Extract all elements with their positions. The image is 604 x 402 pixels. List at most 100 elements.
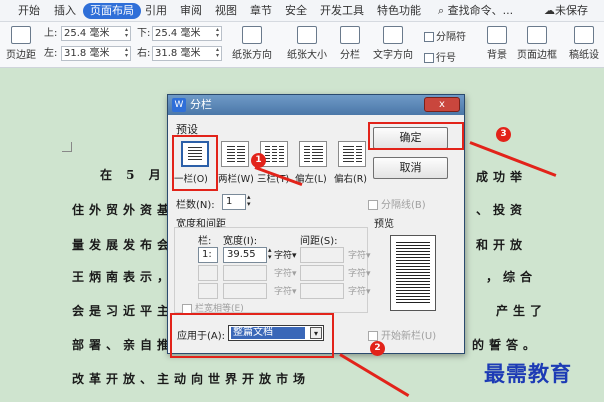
dialog-title: 分栏 (190, 98, 212, 111)
tab-insert[interactable]: 插入 (50, 3, 80, 19)
command-search[interactable]: ⌕ 查找命令、... (434, 3, 517, 19)
width-unit-dropdown-3: 字符▾ (274, 284, 297, 297)
num-columns-input[interactable]: 1 (222, 194, 246, 210)
preset-two-columns[interactable] (221, 141, 249, 167)
left-margin-value: 31.8 毫米 (64, 48, 110, 59)
cloud-icon: ☁ (544, 4, 555, 17)
width-unit-text-3: 字符 (274, 287, 293, 297)
text-direction-icon (383, 26, 403, 44)
start-new-column-label: 开始新栏(U) (381, 331, 437, 342)
separator-button[interactable]: 分隔符 (424, 28, 466, 43)
margins-label: 页边距 (6, 50, 36, 61)
checkbox-icon (182, 303, 192, 314)
spacing-input-1 (300, 247, 344, 263)
chevron-down-icon: ▾ (292, 251, 297, 261)
preset-left[interactable] (299, 141, 327, 167)
chevron-down-icon: ▾ (366, 251, 371, 261)
width-input-3 (223, 283, 267, 299)
two-columns-icon (227, 146, 235, 162)
tab-features[interactable]: 特色功能 (373, 3, 425, 19)
tab-review[interactable]: 审阅 (176, 3, 206, 19)
text-direction-button[interactable]: 文字方向 (370, 26, 416, 61)
width-unit-dropdown-2: 字符▾ (274, 266, 297, 279)
bottom-margin-label: 下: (137, 28, 151, 39)
left-margin-input[interactable]: 31.8 毫米 ▴ ▾ (61, 46, 131, 61)
spinner-icon[interactable]: ▴ ▾ (214, 27, 221, 40)
background-label: 背景 (487, 50, 507, 61)
draft-paper-button[interactable]: 稿纸设 (566, 26, 602, 61)
tab-security[interactable]: 安全 (281, 3, 311, 19)
page-border-label: 页面边框 (517, 50, 557, 61)
width-unit-dropdown[interactable]: 字符▾ (274, 248, 297, 261)
right-layout-icon (343, 146, 354, 162)
highlight-apply-to (170, 313, 334, 358)
start-new-column-checkbox: 开始新栏(U) (368, 327, 436, 342)
spinner-icon[interactable]: ▴ ▾ (214, 47, 221, 60)
num-columns-spinner-icon[interactable]: ▴ ▾ (247, 194, 251, 208)
columns-icon (340, 26, 360, 44)
top-margin-label: 上: (44, 28, 58, 39)
tab-developer[interactable]: 开发工具 (316, 3, 368, 19)
column-header: 栏: (198, 236, 212, 247)
close-button[interactable]: x (424, 97, 460, 112)
top-margin-input[interactable]: 25.4 毫米 ▴ ▾ (61, 26, 131, 41)
chevron-down-icon: ▾ (292, 269, 297, 279)
background-button[interactable]: 背景 (484, 26, 510, 61)
orientation-icon (242, 26, 262, 44)
right-margin-input[interactable]: 31.8 毫米 ▴ ▾ (152, 46, 222, 61)
checkbox-icon (368, 200, 378, 210)
document-line-right: 的誓答。 (472, 338, 541, 352)
step-badge-2: 2 (370, 341, 385, 356)
orientation-button[interactable]: 纸张方向 (228, 26, 276, 61)
bottom-margin-input[interactable]: 25.4 毫米 ▴ ▾ (152, 26, 222, 41)
document-line: 部署、亲自推 (72, 338, 175, 352)
command-search-text: 查找命令、... (447, 4, 514, 17)
step-badge-3: 3 (496, 127, 511, 142)
tab-chapter[interactable]: 章节 (246, 3, 276, 19)
columns-button[interactable]: 分栏 (336, 26, 364, 61)
line-number-label: 行号 (436, 53, 456, 64)
top-margin-value: 25.4 毫米 (64, 28, 110, 39)
save-status[interactable]: ☁未保存 (540, 3, 592, 19)
line-number-button[interactable]: 行号 (424, 49, 456, 64)
spacing-unit-text-3: 字符 (348, 287, 367, 297)
save-status-text: 未保存 (555, 4, 588, 17)
dialog-title-bar[interactable]: W 分栏 x (168, 95, 464, 115)
width-header: 宽度(I): (223, 236, 258, 247)
page-border-button[interactable]: 页面边框 (515, 26, 559, 61)
paper-size-label: 纸张大小 (287, 50, 327, 61)
paper-size-button[interactable]: 纸张大小 (283, 26, 331, 61)
spacing-unit-dropdown-2: 字符▾ (348, 266, 371, 279)
width-spinner-icon[interactable]: ▴ ▾ (268, 247, 272, 261)
margins-button[interactable]: 页边距 (6, 26, 36, 61)
preset-right-label: 偏右(R) (334, 174, 368, 185)
spinner-icon[interactable]: ▴ ▾ (123, 27, 130, 40)
tab-page-layout[interactable]: 页面布局 (83, 3, 141, 19)
highlight-ok-button (368, 122, 464, 150)
draft-paper-label: 稿纸设 (569, 50, 599, 61)
wps-app-icon: W (172, 98, 186, 112)
width-unit-text: 字符 (274, 251, 293, 261)
chevron-down-icon: ▾ (292, 287, 297, 297)
tab-view[interactable]: 视图 (211, 3, 241, 19)
draft-paper-icon (574, 26, 594, 44)
spacing-unit-text: 字符 (348, 251, 367, 261)
bottom-margin-value: 25.4 毫米 (155, 28, 201, 39)
three-columns-icon-mid (272, 146, 277, 162)
separator-icon (424, 32, 434, 42)
line-number-icon (424, 53, 434, 63)
cancel-button[interactable]: 取消 (373, 157, 448, 179)
two-columns-icon-right (237, 146, 245, 162)
background-icon (487, 26, 507, 44)
column-index-2 (198, 265, 218, 281)
spinner-icon[interactable]: ▴ ▾ (123, 47, 130, 60)
tab-home[interactable]: 开始 (14, 3, 44, 19)
document-line-right: 成功举 (476, 170, 528, 184)
width-input-1[interactable]: 39.55 (223, 247, 267, 263)
document-line: 量发展发布会 (72, 238, 175, 252)
spacing-input-3 (300, 283, 344, 299)
num-columns-value: 1 (226, 196, 233, 207)
tab-references[interactable]: 引用 (141, 3, 171, 19)
preset-right[interactable] (338, 141, 366, 167)
separator-line-checkbox[interactable]: 分隔线(B) (368, 196, 426, 211)
